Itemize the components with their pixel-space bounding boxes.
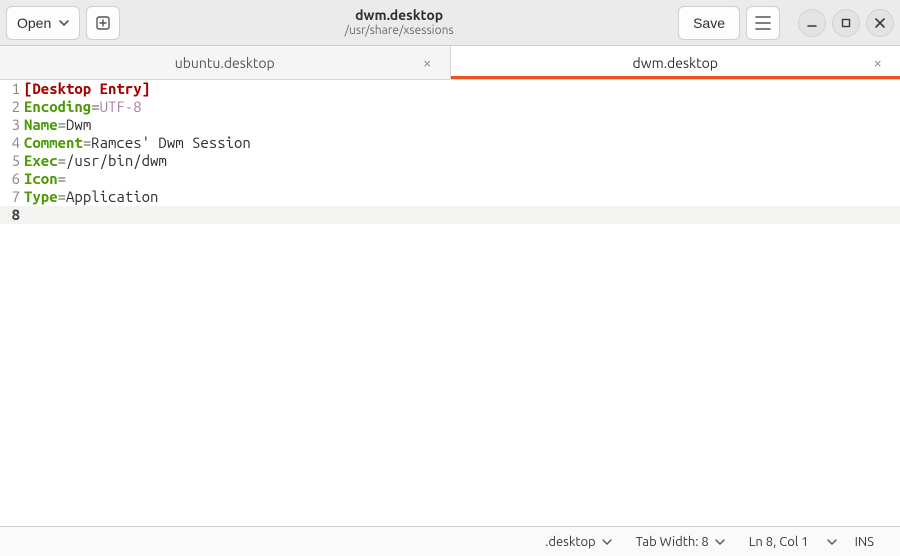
code-content: Comment=Ramces' Dwm Session — [24, 134, 251, 152]
statusbar-cursor-position-label: Ln 8, Col 1 — [749, 535, 809, 549]
statusbar-insert-mode-label: INS — [855, 535, 874, 549]
headerbar-left: Open — [6, 6, 120, 40]
window-minimize-button[interactable] — [798, 9, 826, 37]
new-tab-icon — [95, 15, 111, 31]
window-maximize-button[interactable] — [832, 9, 860, 37]
minimize-icon — [806, 17, 818, 29]
code-line: 8 — [0, 206, 900, 224]
code-content: Type=Application — [24, 188, 158, 206]
headerbar-title-group: dwm.desktop /usr/share/xsessions — [120, 8, 678, 37]
new-tab-button[interactable] — [86, 6, 120, 40]
tab-label: ubuntu.desktop — [175, 55, 275, 71]
tab-dwm-desktop[interactable]: dwm.desktop × — [451, 46, 900, 79]
code-line: 3Name=Dwm — [0, 116, 900, 134]
window-close-button[interactable] — [866, 9, 894, 37]
code-line: 4Comment=Ramces' Dwm Session — [0, 134, 900, 152]
tab-bar: ubuntu.desktop × dwm.desktop × — [0, 46, 900, 80]
chevron-down-icon — [602, 539, 612, 545]
save-button[interactable]: Save — [678, 6, 740, 40]
open-button[interactable]: Open — [6, 6, 80, 40]
window-subtitle: /usr/share/xsessions — [345, 24, 454, 37]
chevron-down-icon — [59, 20, 69, 26]
statusbar-filetype-label: .desktop — [545, 535, 595, 549]
statusbar-insert-mode[interactable]: INS — [843, 535, 886, 549]
code-content: Exec=/usr/bin/dwm — [24, 152, 167, 170]
code-content: Icon= — [24, 170, 66, 188]
tab-label: dwm.desktop — [633, 55, 718, 71]
tab-close-icon[interactable]: × — [423, 54, 431, 71]
code-line: 7Type=Application — [0, 188, 900, 206]
line-number: 6 — [0, 170, 24, 188]
statusbar-tab-width-label: Tab Width: 8 — [636, 535, 709, 549]
headerbar: Open dwm.desktop /usr/share/xsessions Sa… — [0, 0, 900, 46]
line-number: 3 — [0, 116, 24, 134]
code-content: Encoding=UTF-8 — [24, 98, 142, 116]
chevron-down-icon — [827, 539, 837, 545]
save-button-label: Save — [693, 15, 725, 31]
statusbar: .desktop Tab Width: 8 Ln 8, Col 1 INS — [0, 526, 900, 556]
code-content: [Desktop Entry] — [24, 80, 150, 98]
code-line: 6Icon= — [0, 170, 900, 188]
statusbar-filetype[interactable]: .desktop — [533, 535, 623, 549]
code-line: 2Encoding=UTF-8 — [0, 98, 900, 116]
line-number: 4 — [0, 134, 24, 152]
line-number: 2 — [0, 98, 24, 116]
open-button-label: Open — [17, 15, 51, 31]
chevron-down-icon — [715, 539, 725, 545]
line-number: 1 — [0, 80, 24, 98]
hamburger-menu-button[interactable] — [746, 6, 780, 40]
hamburger-icon — [755, 16, 771, 30]
statusbar-dropdown[interactable] — [821, 539, 843, 545]
window-title: dwm.desktop — [355, 8, 443, 23]
close-icon — [874, 17, 886, 29]
line-number: 5 — [0, 152, 24, 170]
headerbar-right: Save — [678, 6, 894, 40]
editor-area[interactable]: 1[Desktop Entry]2Encoding=UTF-83Name=Dwm… — [0, 80, 900, 526]
code-content: Name=Dwm — [24, 116, 91, 134]
maximize-icon — [840, 17, 852, 29]
code-line: 1[Desktop Entry] — [0, 80, 900, 98]
statusbar-cursor-position[interactable]: Ln 8, Col 1 — [737, 535, 821, 549]
line-number: 7 — [0, 188, 24, 206]
tab-ubuntu-desktop[interactable]: ubuntu.desktop × — [0, 46, 451, 79]
tab-close-icon[interactable]: × — [874, 54, 882, 71]
code-line: 5Exec=/usr/bin/dwm — [0, 152, 900, 170]
line-number: 8 — [0, 206, 24, 224]
statusbar-tab-width[interactable]: Tab Width: 8 — [624, 535, 737, 549]
